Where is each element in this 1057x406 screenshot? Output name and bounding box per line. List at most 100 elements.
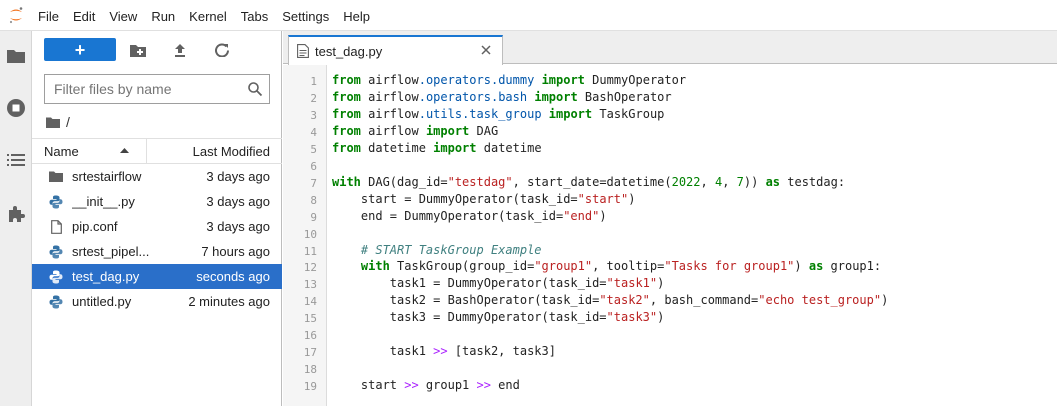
python-icon [48,294,64,310]
tab-label: test_dag.py [315,43,383,59]
line-number: 3 [310,108,317,122]
menu-view[interactable]: View [102,0,144,31]
line-number: 10 [303,227,317,241]
code-line: task1 = DummyOperator(task_id="task1") [332,276,665,291]
code-line: from datetime import datetime [332,140,542,155]
menu-help[interactable]: Help [336,0,377,31]
code-line: from airflow.operators.bash import BashO… [332,89,672,104]
line-number: 14 [303,295,317,309]
line-number: 9 [310,210,317,224]
code-line: from airflow import DAG [332,123,499,138]
file-modified: 7 hours ago [201,244,270,259]
column-header-last-modified[interactable]: Last Modified [147,139,282,163]
python-icon [48,244,64,260]
line-number-gutter: 1 2 3 4 5 6 7 8 9 10 11 12 13 14 15 16 17 18 19 [283,65,327,406]
code-line: task3 = DummyOperator(task_id="task3") [332,310,665,325]
line-number: 12 [303,261,317,275]
sort-ascending-icon [120,148,129,153]
close-icon[interactable] [479,43,493,57]
code-line: task2 = BashOperator(task_id="task2", ba… [332,293,889,308]
line-number: 5 [310,142,317,156]
code-editor[interactable]: 1 2 3 4 5 6 7 8 9 10 11 12 13 14 15 16 17 18 19 from airfl… [283,65,1057,406]
file-row[interactable]: __init__.py 3 days ago [32,189,282,214]
upload-button[interactable] [168,38,192,62]
column-name-label: Name [44,143,79,159]
refresh-button[interactable] [210,38,234,62]
file-name: srtestairflow [72,169,142,184]
line-number: 8 [310,193,317,207]
line-number: 1 [310,75,317,88]
file-row[interactable]: pip.conf 3 days ago [32,214,282,239]
menu-file[interactable]: File [31,0,66,31]
code-line: # START TaskGroup Example [360,242,542,257]
menu-settings[interactable]: Settings [275,0,336,31]
breadcrumb-root[interactable]: / [66,114,70,130]
file-name: pip.conf [72,219,118,234]
file-modified: 3 days ago [206,194,270,209]
line-number: 6 [310,159,317,173]
toc-icon[interactable] [0,143,31,177]
code-line: task1 >> [task2, task3] [332,344,556,359]
file-modified: 3 days ago [206,219,270,234]
menu-edit[interactable]: Edit [66,0,102,31]
file-icon [48,219,64,235]
code-line: start = DummyOperator(task_id="start") [332,191,636,206]
column-modified-label: Last Modified [192,143,270,159]
file-row[interactable]: srtest_pipel... 7 hours ago [32,239,282,264]
file-row[interactable]: srtestairflow 3 days ago [32,164,282,189]
file-name: srtest_pipel... [72,244,150,259]
folder-icon [48,169,64,185]
breadcrumb: / [46,112,70,132]
plus-icon: + [74,39,86,60]
file-browser: + / Name Last Modified srtestairflow 3 d… [32,31,282,406]
menu-tabs[interactable]: Tabs [234,0,275,31]
menu-run[interactable]: Run [144,0,182,31]
listing-header: Name Last Modified [32,138,282,164]
new-folder-button[interactable] [126,38,150,62]
line-number: 7 [310,176,317,190]
line-number: 17 [303,346,317,360]
line-number: 15 [303,312,317,326]
file-row[interactable]: untitled.py 2 minutes ago [32,289,282,314]
tab-test-dag[interactable]: test_dag.py [288,35,503,65]
file-name: test_dag.py [72,269,140,284]
menu-kernel[interactable]: Kernel [182,0,234,31]
line-number: 18 [303,363,317,377]
file-browser-toolbar: + [32,31,282,69]
file-modified: 3 days ago [206,169,270,184]
filter-files-input[interactable] [54,81,244,97]
upload-icon [175,44,185,57]
refresh-icon [215,43,229,57]
line-number: 19 [303,380,317,394]
folder-icon[interactable] [0,39,31,73]
file-modified: 2 minutes ago [188,294,270,309]
line-number: 11 [303,244,317,258]
python-icon [48,194,64,210]
breadcrumb-folder-icon[interactable] [46,117,60,128]
code-line: start >> group1 >> end [332,378,520,393]
code-line: from airflow.operators.dummy import Dumm… [332,73,687,87]
jupyter-logo-icon [0,0,31,31]
line-number: 4 [310,125,317,139]
code-line: from airflow.utils.task_group import Tas… [332,106,665,121]
editor-tab-bar: test_dag.py [283,31,1057,65]
new-launcher-button[interactable]: + [44,38,116,61]
line-number: 16 [303,329,317,343]
file-name: __init__.py [72,194,135,209]
file-modified: seconds ago [196,269,270,284]
running-icon[interactable] [0,91,31,125]
code-line: with TaskGroup(group_id="group1", toolti… [360,259,882,274]
code-line: end = DummyOperator(task_id="end") [332,208,607,223]
new-folder-icon [130,44,146,57]
line-number: 2 [310,91,317,105]
python-icon [48,269,64,285]
menu-bar: File Edit View Run Kernel Tabs Settings … [0,0,1057,31]
extension-icon[interactable] [0,197,31,231]
search-icon [248,82,263,97]
filter-box [44,74,270,104]
activity-bar [0,31,32,406]
file-row-selected[interactable]: test_dag.py seconds ago [32,264,282,289]
file-name: untitled.py [72,294,132,309]
line-number: 13 [303,278,317,292]
column-header-name[interactable]: Name [32,139,147,163]
